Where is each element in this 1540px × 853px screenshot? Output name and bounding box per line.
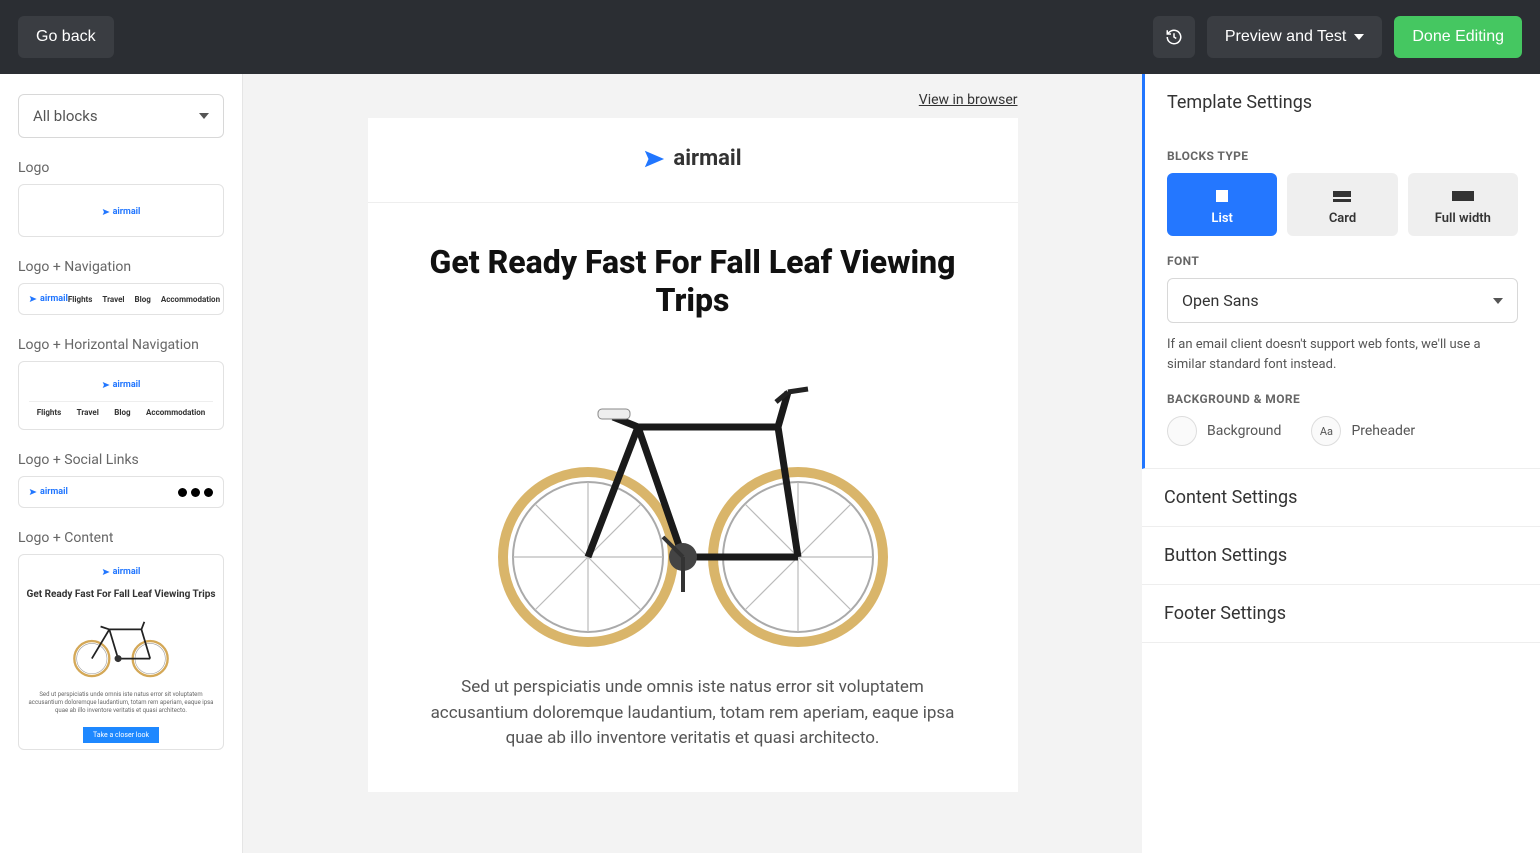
footer-settings-header[interactable]: Footer Settings: [1142, 585, 1540, 642]
paper-plane-icon: [643, 148, 665, 170]
block-thumb-logo-hnav[interactable]: airmail Flights Travel Blog Accommodatio…: [18, 361, 224, 430]
block-thumb-logo[interactable]: airmail: [18, 184, 224, 237]
background-more-label: BACKGROUND & MORE: [1167, 392, 1518, 406]
template-settings-header[interactable]: Template Settings: [1145, 74, 1540, 131]
logo-icon: airmail: [102, 207, 141, 217]
block-thumb-logo-social[interactable]: airmail: [18, 476, 224, 508]
block-label: Logo + Content: [18, 530, 224, 546]
email-header: airmail: [368, 118, 1018, 203]
color-swatch-icon: [1167, 416, 1197, 446]
top-bar: Go back Preview and Test Done Editing: [0, 0, 1540, 74]
preview-test-label: Preview and Test: [1225, 28, 1347, 46]
chevron-down-icon: [1493, 298, 1503, 304]
history-button[interactable]: [1153, 16, 1195, 58]
cta-button-thumb: Take a closer look: [83, 727, 159, 743]
content-settings-header[interactable]: Content Settings: [1142, 469, 1540, 526]
go-back-button[interactable]: Go back: [18, 16, 114, 58]
block-thumb-logo-nav[interactable]: airmail Flights Travel Blog Accommodatio…: [18, 283, 224, 315]
settings-panel: Template Settings BLOCKS TYPE List Card …: [1142, 74, 1540, 853]
blocks-filter-label: All blocks: [33, 107, 98, 125]
logo-icon: airmail: [29, 487, 68, 497]
blocks-type-label: BLOCKS TYPE: [1167, 149, 1518, 163]
logo-icon: airmail: [102, 380, 141, 390]
view-in-browser-link[interactable]: View in browser: [919, 92, 1018, 108]
done-editing-button[interactable]: Done Editing: [1394, 16, 1522, 58]
email-body: Get Ready Fast For Fall Leaf Viewing Tri…: [368, 203, 1018, 792]
block-label: Logo + Horizontal Navigation: [18, 337, 224, 353]
email-body-text: Sed ut perspiciatis unde omnis iste natu…: [428, 675, 958, 752]
template-settings-section: Template Settings BLOCKS TYPE List Card …: [1142, 74, 1540, 469]
font-note: If an email client doesn't support web f…: [1167, 335, 1518, 374]
logo-icon: airmail: [102, 567, 141, 577]
chevron-down-icon: [1354, 34, 1364, 40]
full-width-icon: [1452, 191, 1474, 201]
social-icons: [178, 488, 213, 497]
block-label: Logo + Navigation: [18, 259, 224, 275]
button-settings-header[interactable]: Button Settings: [1142, 527, 1540, 584]
card-icon: [1333, 191, 1351, 202]
history-icon: [1165, 28, 1183, 46]
email-headline: Get Ready Fast For Fall Leaf Viewing Tri…: [398, 243, 988, 320]
logo-icon: airmail: [29, 294, 68, 304]
background-option[interactable]: Background: [1167, 416, 1281, 446]
brand-logo: airmail: [643, 146, 741, 171]
preview-test-button[interactable]: Preview and Test: [1207, 16, 1383, 58]
block-label: Logo: [18, 160, 224, 176]
preheader-icon: Aa: [1311, 416, 1341, 446]
list-icon: [1216, 190, 1228, 202]
font-label: FONT: [1167, 254, 1518, 268]
blocks-panel: All blocks Logo airmail Logo + Navigatio…: [0, 74, 243, 853]
block-thumb-logo-content[interactable]: airmail Get Ready Fast For Fall Leaf Vie…: [18, 554, 224, 750]
font-select[interactable]: Open Sans: [1167, 278, 1518, 323]
block-label: Logo + Social Links: [18, 452, 224, 468]
chevron-down-icon: [199, 113, 209, 119]
bike-image: [478, 347, 908, 647]
block-type-list[interactable]: List: [1167, 173, 1277, 236]
main-layout: All blocks Logo airmail Logo + Navigatio…: [0, 74, 1540, 853]
block-type-card[interactable]: Card: [1287, 173, 1397, 236]
block-type-full-width[interactable]: Full width: [1408, 173, 1518, 236]
bike-icon: [61, 609, 181, 679]
blocks-filter-dropdown[interactable]: All blocks: [18, 94, 224, 138]
email-canvas[interactable]: View in browser airmail Get Ready Fast F…: [243, 74, 1142, 853]
preheader-option[interactable]: Aa Preheader: [1311, 416, 1415, 446]
email-preview[interactable]: airmail Get Ready Fast For Fall Leaf Vie…: [368, 118, 1018, 792]
